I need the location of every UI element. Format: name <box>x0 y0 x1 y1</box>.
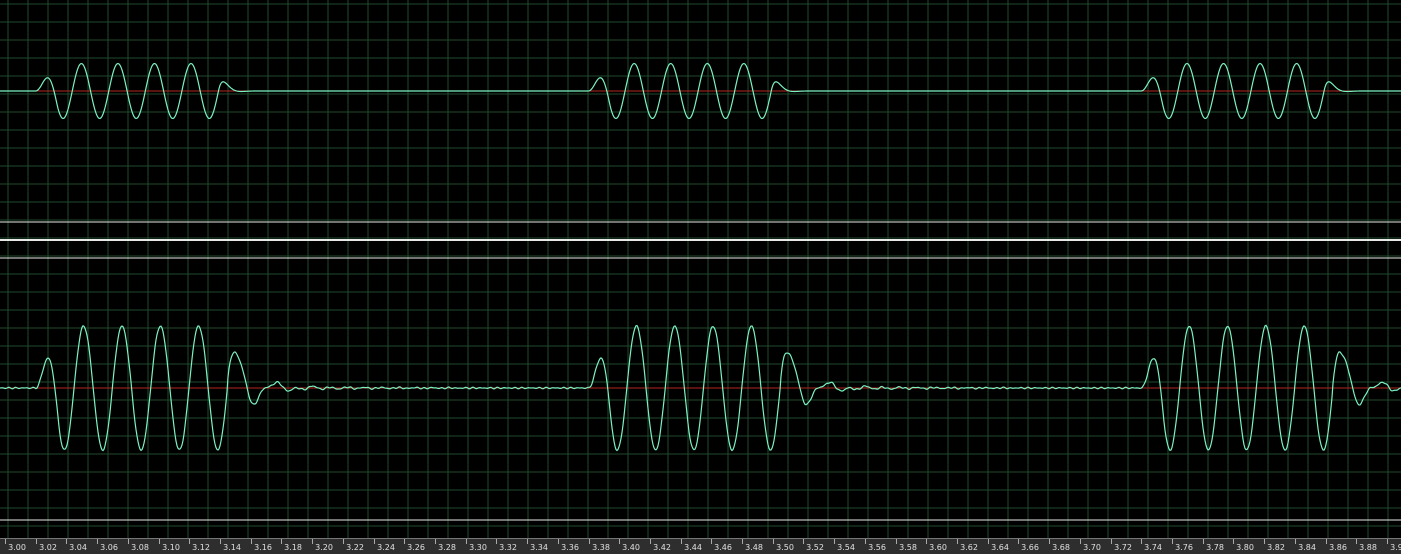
ruler-tick <box>1233 539 1234 544</box>
ruler-tick <box>1049 539 1050 544</box>
ruler-tick-label: 3.50 <box>776 543 794 552</box>
ruler-tick <box>988 539 989 544</box>
ruler-tick-label: 3.44 <box>684 543 702 552</box>
ruler-tick-label: 3.10 <box>162 543 180 552</box>
ruler-tick-label: 3.62 <box>960 543 978 552</box>
ruler-tick-label: 3.24 <box>377 543 395 552</box>
ruler-tick <box>1326 539 1327 544</box>
ruler-tick-label: 3.84 <box>1298 543 1316 552</box>
ruler-tick-label: 3.00 <box>8 543 26 552</box>
ruler-tick <box>251 539 252 544</box>
ruler-tick <box>865 539 866 544</box>
ruler-tick-label: 3.28 <box>438 543 456 552</box>
ruler-tick <box>189 539 190 544</box>
ruler-tick-label: 3.16 <box>254 543 272 552</box>
ruler-tick <box>374 539 375 544</box>
ruler-tick-label: 3.06 <box>100 543 118 552</box>
ruler-tick <box>1203 539 1204 544</box>
ruler-tick <box>496 539 497 544</box>
ruler-tick <box>97 539 98 544</box>
ruler-tick <box>1387 539 1388 544</box>
ruler-tick <box>36 539 37 544</box>
ruler-tick <box>5 539 6 544</box>
ruler-tick-label: 3.30 <box>469 543 487 552</box>
ruler-tick <box>711 539 712 544</box>
ruler-tick <box>681 539 682 544</box>
ruler-tick-label: 3.46 <box>714 543 732 552</box>
ruler-tick-label: 3.82 <box>1267 543 1285 552</box>
ruler-tick-label: 3.68 <box>1052 543 1070 552</box>
ruler-tick <box>589 539 590 544</box>
ruler-tick-label: 3.64 <box>991 543 1009 552</box>
ruler-tick-label: 3.26 <box>407 543 425 552</box>
ruler-tick <box>159 539 160 544</box>
ruler-tick <box>527 539 528 544</box>
time-ruler[interactable]: 3.00 3.02 3.04 3.06 3.08 3.10 3.12 3.14 3.16 3.18… <box>0 538 1401 554</box>
ruler-tick-label: 3.70 <box>1083 543 1101 552</box>
ruler-tick-label: 3.66 <box>1021 543 1039 552</box>
ruler-tick-label: 3.40 <box>622 543 640 552</box>
ruler-tick <box>343 539 344 544</box>
ruler-tick-label: 3.74 <box>1144 543 1162 552</box>
ruler-tick <box>926 539 927 544</box>
ruler-tick <box>1111 539 1112 544</box>
ruler-tick-label: 3.42 <box>653 543 671 552</box>
ruler-tick <box>650 539 651 544</box>
ruler-tick <box>773 539 774 544</box>
ruler-tick <box>1264 539 1265 544</box>
ruler-tick <box>1141 539 1142 544</box>
ruler-tick <box>834 539 835 544</box>
ruler-tick-label: 3.36 <box>561 543 579 552</box>
ruler-tick <box>803 539 804 544</box>
ruler-tick-label: 3.14 <box>223 543 241 552</box>
ruler-tick <box>281 539 282 544</box>
ruler-tick-label: 3.32 <box>499 543 517 552</box>
waveform-display[interactable] <box>0 0 1401 538</box>
ruler-tick-label: 3.72 <box>1114 543 1132 552</box>
ruler-tick-label: 3.60 <box>929 543 947 552</box>
ruler-tick-label: 3.88 <box>1359 543 1377 552</box>
ruler-tick <box>1356 539 1357 544</box>
ruler-tick-label: 3.54 <box>837 543 855 552</box>
ruler-tick <box>1172 539 1173 544</box>
ruler-tick <box>1018 539 1019 544</box>
ruler-tick-label: 3.90 <box>1390 543 1401 552</box>
ruler-tick <box>558 539 559 544</box>
ruler-tick-label: 3.22 <box>346 543 364 552</box>
ruler-tick-label: 3.38 <box>592 543 610 552</box>
ruler-tick-label: 3.48 <box>745 543 763 552</box>
ruler-tick-label: 3.12 <box>192 543 210 552</box>
ruler-tick <box>957 539 958 544</box>
ruler-tick-label: 3.04 <box>69 543 87 552</box>
ruler-tick-label: 3.20 <box>315 543 333 552</box>
ruler-tick-label: 3.56 <box>868 543 886 552</box>
ruler-tick <box>1080 539 1081 544</box>
ruler-tick <box>312 539 313 544</box>
ruler-tick <box>466 539 467 544</box>
ruler-tick <box>128 539 129 544</box>
ruler-tick <box>435 539 436 544</box>
ruler-tick <box>896 539 897 544</box>
ruler-tick <box>66 539 67 544</box>
ruler-tick-label: 3.80 <box>1236 543 1254 552</box>
ruler-tick <box>404 539 405 544</box>
ruler-tick-label: 3.86 <box>1329 543 1347 552</box>
ruler-tick <box>742 539 743 544</box>
ruler-tick-label: 3.58 <box>899 543 917 552</box>
ruler-tick <box>220 539 221 544</box>
ruler-tick-label: 3.18 <box>284 543 302 552</box>
ruler-tick <box>1295 539 1296 544</box>
ruler-tick-label: 3.52 <box>806 543 824 552</box>
ruler-tick-label: 3.78 <box>1206 543 1224 552</box>
ruler-tick <box>619 539 620 544</box>
ruler-tick-label: 3.08 <box>131 543 149 552</box>
ruler-tick-label: 3.76 <box>1175 543 1193 552</box>
ruler-tick-label: 3.02 <box>39 543 57 552</box>
ruler-tick-label: 3.34 <box>530 543 548 552</box>
